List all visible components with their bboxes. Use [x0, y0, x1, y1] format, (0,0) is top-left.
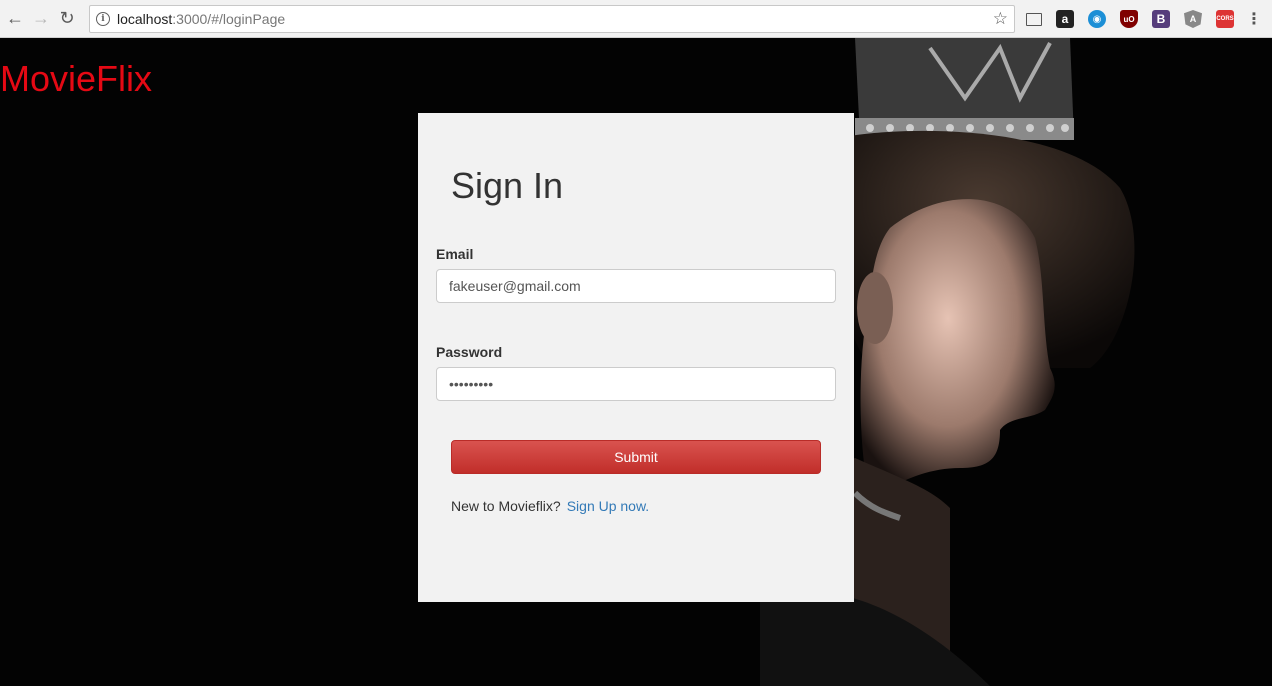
extensions-bar: a ◉ uO B A CORS ⋮ — [1020, 8, 1262, 30]
arrow-left-icon: ← — [6, 8, 24, 28]
tab-strip — [580, 0, 786, 2]
info-icon[interactable]: i — [96, 12, 110, 26]
url-text[interactable]: localhost:3000/#/loginPage — [117, 11, 285, 27]
browser-toolbar: ← → ↻ i localhost:3000/#/loginPage ☆ a ◉… — [0, 0, 1272, 38]
angular-extension-icon[interactable]: A — [1184, 10, 1202, 28]
email-label: Email — [436, 246, 474, 262]
email-field[interactable] — [436, 269, 836, 303]
password-field[interactable] — [436, 367, 836, 401]
amazon-extension-icon[interactable]: a — [1056, 10, 1074, 28]
back-button[interactable]: ← — [2, 6, 28, 32]
signup-prompt: New to Movieflix? — [451, 498, 561, 514]
signup-link[interactable]: Sign Up now. — [567, 498, 650, 514]
signup-row: New to Movieflix? Sign Up now. — [451, 498, 649, 514]
url-path: :3000/#/loginPage — [172, 11, 286, 27]
password-label: Password — [436, 344, 503, 360]
bootstrap-extension-icon[interactable]: B — [1152, 10, 1170, 28]
signin-title: Sign In — [451, 165, 564, 206]
signin-card: Sign In Email Password Submit New to Mov… — [418, 113, 854, 602]
address-bar[interactable]: i localhost:3000/#/loginPage ☆ — [89, 5, 1015, 33]
kebab-menu-icon[interactable]: ⋮ — [1246, 9, 1262, 29]
bookmark-star-icon[interactable]: ☆ — [993, 9, 1008, 29]
ublock-icon[interactable]: uO — [1120, 10, 1138, 28]
eye-extension-icon[interactable]: ◉ — [1088, 10, 1106, 28]
brand-logo[interactable]: MovieFlix — [0, 58, 152, 100]
arrow-right-icon: → — [32, 8, 50, 28]
reload-icon: ↻ — [59, 8, 75, 28]
cast-icon[interactable] — [1026, 12, 1042, 26]
forward-button[interactable]: → — [28, 6, 54, 32]
reload-button[interactable]: ↻ — [54, 6, 80, 32]
page-body: MovieFlix Sign In Email Password Submit … — [0, 38, 1272, 686]
submit-button[interactable]: Submit — [451, 440, 821, 474]
cors-extension-icon[interactable]: CORS — [1216, 10, 1234, 28]
url-host: localhost — [117, 11, 173, 27]
